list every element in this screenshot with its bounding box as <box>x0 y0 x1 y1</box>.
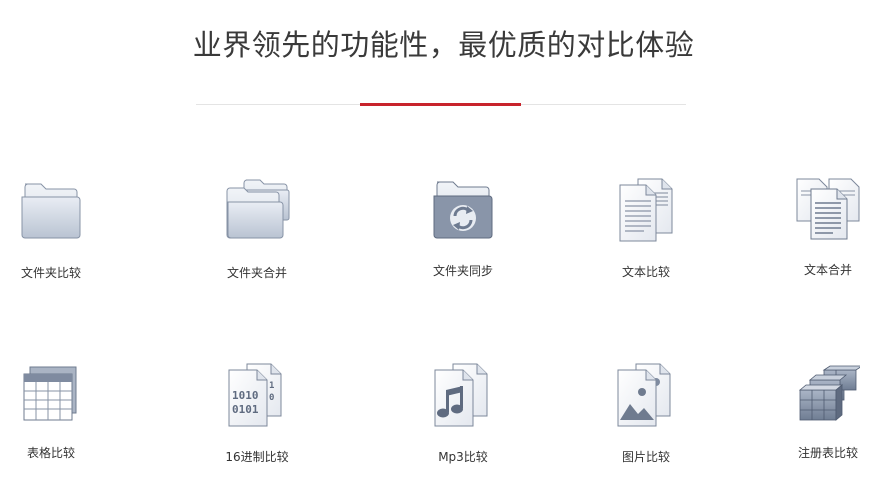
feature-text-compare[interactable]: 文本比较 <box>586 177 706 280</box>
feature-label: Mp3比较 <box>438 450 488 464</box>
feature-folder-sync[interactable]: 文件夹同步 <box>403 178 523 279</box>
svg-text:1: 1 <box>269 381 274 391</box>
feature-folder-merge[interactable]: 文件夹合并 <box>197 178 317 281</box>
svg-text:1010: 1010 <box>232 389 259 402</box>
feature-registry-compare[interactable]: 注册表比较 <box>768 364 887 461</box>
folder-sync-icon <box>433 181 493 239</box>
image-file-icon <box>617 363 671 427</box>
svg-text:0: 0 <box>269 393 274 403</box>
feature-text-merge[interactable]: 文本合并 <box>768 175 887 278</box>
feature-label: 文件夹同步 <box>432 264 493 278</box>
feature-label: 文件夹比较 <box>20 266 81 280</box>
feature-folder-compare[interactable]: 文件夹比较 <box>0 178 111 281</box>
text-documents-icon <box>619 178 673 242</box>
title-divider-accent <box>360 103 521 106</box>
registry-cubes-icon <box>798 365 860 421</box>
feature-label: 注册表比较 <box>797 446 858 460</box>
feature-label: 表格比较 <box>26 446 75 460</box>
feature-hex-compare[interactable]: 1 0 1010 0101 16进制比较 <box>197 362 317 465</box>
svg-text:0101: 0101 <box>232 403 259 416</box>
feature-table-compare[interactable]: 表格比较 <box>0 364 111 461</box>
feature-label: 文本比较 <box>621 265 670 279</box>
folders-icon <box>226 179 290 239</box>
feature-label: 文本合并 <box>803 263 852 277</box>
folder-icon <box>21 183 81 239</box>
text-merge-icon <box>796 178 860 240</box>
feature-label: 16进制比较 <box>225 450 289 464</box>
page-title: 业界领先的功能性，最优质的对比体验 <box>192 28 695 62</box>
table-icon <box>23 366 77 421</box>
feature-label: 文件夹合并 <box>226 266 287 280</box>
feature-mp3-compare[interactable]: Mp3比较 <box>403 362 523 465</box>
music-file-icon <box>434 363 488 427</box>
feature-label: 图片比较 <box>621 450 670 464</box>
feature-image-compare[interactable]: 图片比较 <box>586 362 706 465</box>
binary-file-icon: 1 0 1010 0101 <box>228 363 282 427</box>
